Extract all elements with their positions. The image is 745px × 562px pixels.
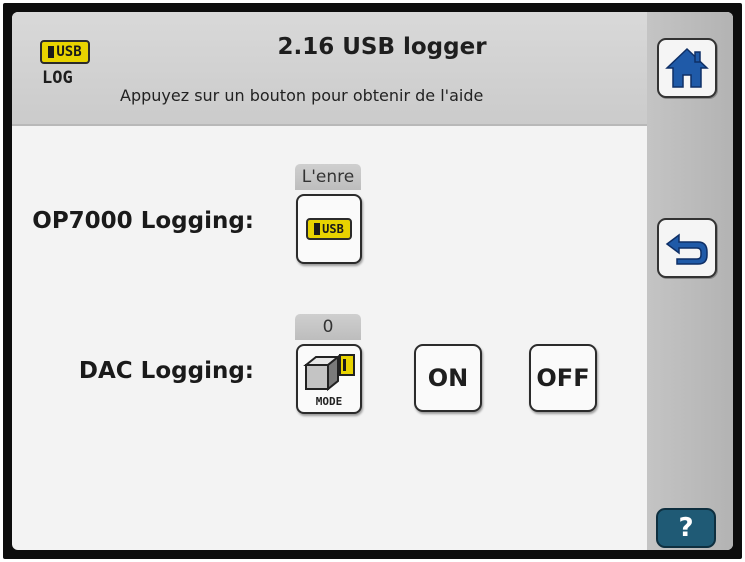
- dac-logging-label: DAC Logging:: [78, 358, 254, 384]
- home-icon: [665, 47, 709, 88]
- op7000-logging-label: OP7000 Logging:: [32, 208, 254, 234]
- mode-label: MODE: [315, 395, 343, 408]
- usb-badge: USB: [40, 40, 90, 64]
- dac-on-button[interactable]: ON: [414, 344, 482, 412]
- back-arrow-icon: [665, 233, 708, 265]
- on-label: ON: [427, 364, 469, 392]
- usb-log-icon: USB LOG: [38, 38, 92, 96]
- screen: USB LOG 2.16 USB logger Appuyez sur un b…: [12, 12, 733, 550]
- dac-off-button[interactable]: OFF: [529, 344, 597, 412]
- dac-mode-button[interactable]: MODE: [296, 344, 362, 414]
- home-button[interactable]: [657, 38, 717, 98]
- off-label: OFF: [536, 364, 590, 392]
- back-button[interactable]: [657, 218, 717, 278]
- usb-icon: USB: [306, 218, 352, 240]
- op7000-usb-button[interactable]: USB: [296, 194, 362, 264]
- log-label: LOG: [42, 68, 73, 88]
- header-bar: USB LOG 2.16 USB logger Appuyez sur un b…: [12, 12, 733, 126]
- op7000-status: L'enre: [295, 164, 361, 190]
- cube-usb-icon: [303, 354, 355, 392]
- page-subtitle: Appuyez sur un bouton pour obtenir de l'…: [120, 86, 484, 105]
- help-label: ?: [678, 513, 694, 543]
- dac-status: 0: [295, 314, 361, 340]
- page-title: 2.16 USB logger: [277, 34, 487, 60]
- help-button[interactable]: ?: [656, 508, 716, 548]
